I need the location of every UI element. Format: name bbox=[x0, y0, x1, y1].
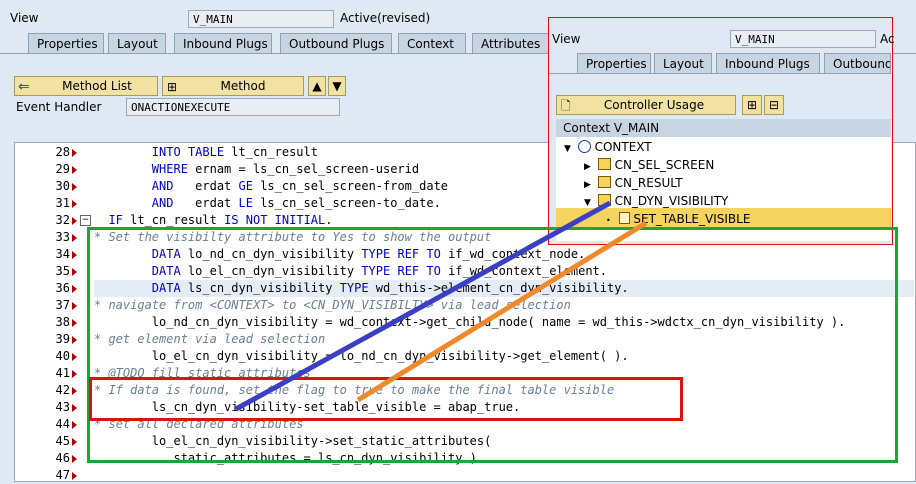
annotation-arrows bbox=[234, 200, 648, 412]
orange-connector-line bbox=[356, 220, 648, 403]
blue-connector-line bbox=[234, 200, 612, 412]
